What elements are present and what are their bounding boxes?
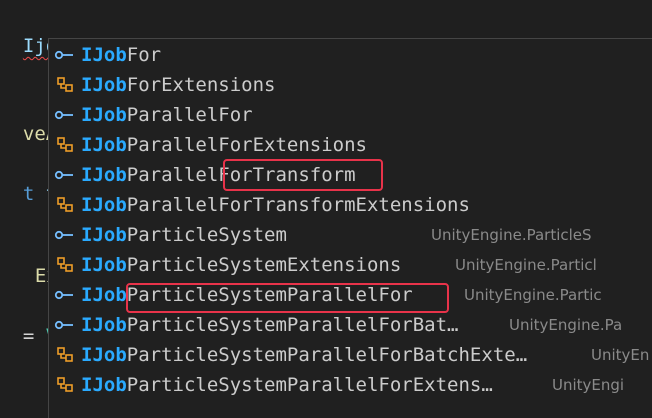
intellisense-suggestion-list[interactable]: IJobFor IJobForExtensions IJobParallelFor I… xyxy=(48,38,652,418)
suggestion-label-rest: ParticleSystemParallelForBatchExte… xyxy=(126,344,528,366)
suggestion-detail: UnityEngine.ParticleS xyxy=(431,226,592,244)
suggestion-match-prefix: IJob xyxy=(81,344,127,366)
suggestion-item[interactable]: IJobForExtensions xyxy=(49,70,652,100)
suggestion-match-prefix: IJob xyxy=(81,134,127,156)
suggestion-label-rest: ParticleSystemParallelForExtens… xyxy=(126,374,493,396)
suggestion-item[interactable]: IJobParallelFor xyxy=(49,100,652,130)
suggestion-detail: UnityEn xyxy=(591,346,650,364)
suggestion-match-prefix: IJob xyxy=(81,74,127,96)
suggestion-label-rest: ParallelFor xyxy=(126,104,253,126)
suggestion-item[interactable]: IJobParticleSystem UnityEngine.ParticleS xyxy=(49,220,652,250)
suggestion-match-prefix: IJob xyxy=(81,314,127,336)
suggestion-item[interactable]: IJobParallelForExtensions xyxy=(49,130,652,160)
highlight-box-fortransform xyxy=(223,159,383,191)
class-icon xyxy=(49,196,81,214)
suggestion-match-prefix: IJob xyxy=(81,254,127,276)
suggestion-item[interactable]: IJobFor xyxy=(49,40,652,70)
highlight-box-particlesystemparallelfor xyxy=(126,283,449,313)
suggestion-item[interactable]: IJobParallelForTransformExtensions xyxy=(49,190,652,220)
suggestion-item[interactable]: IJobParticleSystemParallelForExtens… Unit… xyxy=(49,370,652,400)
class-icon xyxy=(49,256,81,274)
interface-icon xyxy=(49,168,81,182)
suggestion-label-rest: ParallelForTransformExtensions xyxy=(126,194,470,216)
suggestion-item[interactable]: IJobParticleSystemExtensions UnityEngine.… xyxy=(49,250,652,280)
class-icon xyxy=(49,76,81,94)
suggestion-match-prefix: IJob xyxy=(81,104,127,126)
suggestion-label: IJobParallelFor xyxy=(81,104,253,126)
suggestion-label: IJobParallelForTransformExtensions xyxy=(81,194,470,216)
suggestion-match-prefix: IJob xyxy=(81,194,127,216)
suggestion-detail: UnityEngi xyxy=(552,376,625,394)
suggestion-label-rest: ParticleSystem xyxy=(126,224,287,246)
suggestion-label: IJobForExtensions xyxy=(81,74,275,96)
suggestion-label-rest: ParallelForExtensions xyxy=(126,134,367,156)
suggestion-label: IJobParticleSystem xyxy=(81,224,287,246)
suggestion-item[interactable]: IJobParticleSystemParallelForBatchExte… U… xyxy=(49,340,652,370)
suggestion-detail: UnityEngine.Particl xyxy=(455,256,597,274)
suggestion-label: IJobParticleSystemParallelForExtens… xyxy=(81,374,493,396)
suggestion-label: IJobFor xyxy=(81,44,161,66)
suggestion-label-rest: ParticleSystemParallelForBat… xyxy=(126,314,459,336)
suggestion-label-rest: ForExtensions xyxy=(126,74,276,96)
interface-icon xyxy=(49,318,81,332)
suggestion-detail: UnityEngine.Partic xyxy=(464,286,602,304)
suggestion-detail: UnityEngine.Pa xyxy=(509,316,623,334)
suggestion-match-prefix: IJob xyxy=(81,44,127,66)
suggestion-label: IJobParallelForExtensions xyxy=(81,134,367,156)
interface-icon xyxy=(49,48,81,62)
suggestion-item[interactable]: IJobParticleSystemParallelForBat… UnityEn… xyxy=(49,310,652,340)
suggestion-match-prefix: IJob xyxy=(81,224,127,246)
class-icon xyxy=(49,346,81,364)
suggestion-label: IJobParticleSystemParallelForBatchExte… xyxy=(81,344,527,366)
suggestion-label-rest: ParticleSystemExtensions xyxy=(126,254,402,276)
class-icon xyxy=(49,136,81,154)
suggestion-label: IJobParticleSystemParallelForBat… xyxy=(81,314,459,336)
suggestion-match-prefix: IJob xyxy=(81,374,127,396)
interface-icon xyxy=(49,108,81,122)
suggestion-label-rest: For xyxy=(126,44,162,66)
class-icon xyxy=(49,376,81,394)
interface-icon xyxy=(49,228,81,242)
interface-icon xyxy=(49,288,81,302)
suggestion-match-prefix: IJob xyxy=(81,164,127,186)
suggestion-label: IJobParticleSystemExtensions xyxy=(81,254,401,276)
suggestion-match-prefix: IJob xyxy=(81,284,127,306)
